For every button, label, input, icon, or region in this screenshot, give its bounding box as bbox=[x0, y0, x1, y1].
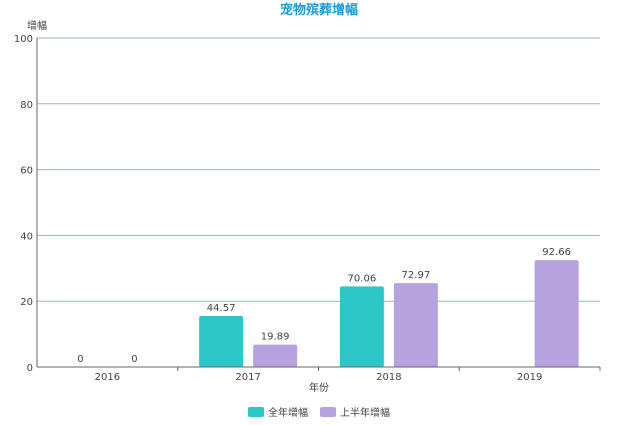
grid-lines bbox=[37, 37, 600, 302]
bar-2017-全年增幅[interactable] bbox=[199, 316, 244, 367]
legend-item[interactable]: 全年增幅 bbox=[248, 406, 308, 419]
x-tick-label: 2016 bbox=[95, 372, 120, 383]
data-label: 72.97 bbox=[402, 270, 431, 281]
legend-label: 上半年增幅 bbox=[340, 406, 390, 419]
data-labels: 0 0 44.57 19.89 70.06 72.97 92.66 bbox=[77, 247, 571, 365]
chart-title: 宠物殡葬增幅 bbox=[280, 2, 358, 18]
y-tick-label: 40 bbox=[20, 231, 33, 242]
data-label: 19.89 bbox=[261, 332, 290, 343]
y-tick-label: 20 bbox=[20, 297, 33, 308]
y-tick-label: 0 bbox=[27, 363, 33, 374]
x-tick-label: 2017 bbox=[235, 372, 260, 383]
bar-2017-上半年增幅[interactable] bbox=[253, 344, 298, 367]
y-axis-label: 增幅 bbox=[27, 19, 47, 32]
legend-swatch bbox=[320, 407, 336, 417]
data-label: 44.57 bbox=[207, 303, 236, 314]
y-tick-labels: 0 20 40 60 80 100 bbox=[14, 34, 33, 374]
data-label: 70.06 bbox=[348, 273, 377, 284]
x-tick-labels: 2016 2017 2018 2019 bbox=[95, 367, 601, 383]
data-label: 92.66 bbox=[542, 247, 571, 258]
x-tick-label: 2019 bbox=[517, 372, 542, 383]
x-axis-label: 年份 bbox=[309, 381, 329, 394]
chart-container: 宠物殡葬增幅 增幅 0 20 40 60 80 100 0 0 44.57 19.89 70.06… bbox=[0, 0, 639, 421]
y-tick-label: 80 bbox=[20, 100, 33, 111]
data-label: 0 bbox=[131, 354, 137, 365]
y-tick-label: 100 bbox=[14, 34, 33, 45]
y-tick-label: 60 bbox=[20, 166, 33, 177]
legend[interactable]: 全年增幅 上半年增幅 bbox=[248, 406, 390, 419]
bars bbox=[199, 260, 579, 367]
legend-label: 全年增幅 bbox=[268, 406, 308, 419]
legend-item[interactable]: 上半年增幅 bbox=[320, 406, 390, 419]
data-label: 0 bbox=[77, 354, 83, 365]
x-tick-label: 2018 bbox=[376, 372, 401, 383]
legend-swatch bbox=[248, 407, 264, 417]
bar-2019-上半年增幅[interactable] bbox=[534, 260, 579, 367]
bar-chart: 宠物殡葬增幅 增幅 0 20 40 60 80 100 0 0 44.57 19.89 70.06… bbox=[14, 2, 601, 419]
bar-2018-上半年增幅[interactable] bbox=[393, 283, 438, 367]
bar-2018-全年增幅[interactable] bbox=[339, 286, 384, 367]
